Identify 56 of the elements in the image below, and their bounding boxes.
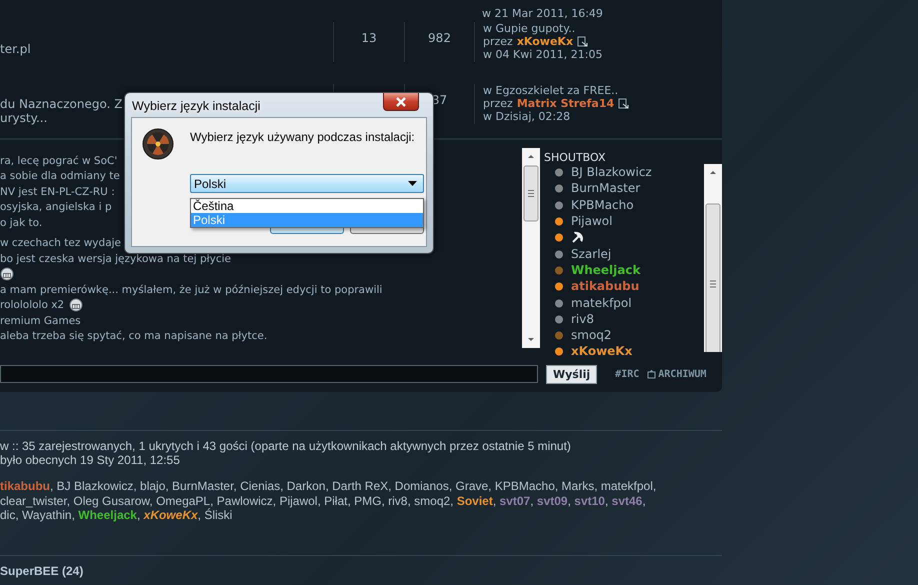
online-users-list: clear_twister, Oleg Gusarow, OmegaPL, Pawlowicz, Pijawol, Piłat, PMG, riv8, smoq2, Soviet, svt07, svt09, svt10, svt46, (0, 494, 918, 508)
by-label: przez (483, 97, 513, 110)
author-link[interactable]: xKoweKx (516, 35, 574, 48)
online-users-list: dic, Wayathin, Wheeljack, xKoweKx, Śliski (0, 508, 918, 522)
chat-message: aleba trzeba się spytać, co ma napisane na płytce. (0, 330, 268, 342)
chat-message: a mam premierówkę... myślałem, że już w późniejszej edycji to poprawili (0, 284, 382, 296)
dropdown-option[interactable]: Čeština (191, 199, 423, 213)
shoutbox-link[interactable]: ARCHIWUM (658, 368, 706, 380)
user-name[interactable]: KPBMacho (571, 198, 634, 212)
shoutbox-link[interactable]: #IRC (615, 368, 640, 380)
message-input[interactable] (0, 365, 538, 383)
go-to-post-icon (618, 98, 630, 109)
user-name[interactable]: riv8 (571, 312, 594, 326)
chat-message: w czechach tez wydaje (0, 237, 122, 250)
views-count: 982 (428, 31, 451, 45)
views-count: 37 (432, 93, 448, 107)
close-icon (395, 96, 407, 106)
chat-message: ra, lecę pograć w SoC' (0, 154, 118, 167)
online-users-list: tikabubu, BJ Blazkowicz, blajo, BurnMaster, Cienias, Darkon, Darth ReX, Domianos, Grave, KPBMacho, Marks, matekfpol, (0, 479, 918, 494)
last-post-topic[interactable]: w Egzoszkielet za FREE.. (483, 84, 722, 97)
user-name[interactable]: atikabubu (571, 279, 640, 294)
post-date: w Dzisiaj, 02:28 (483, 110, 572, 123)
language-select[interactable]: Polski (190, 174, 424, 193)
user-name[interactable]: matekfpol (571, 296, 632, 310)
chat-message: bo jest czeska wersja językowa na tej płycie (0, 252, 231, 265)
user-name[interactable]: smoq2 (571, 328, 612, 342)
birthday-user[interactable]: SuperBEE (24) (0, 554, 722, 578)
user-name[interactable]: Wheeljack (571, 262, 640, 277)
radiation-icon (142, 128, 174, 160)
user-name[interactable]: Szarlej (571, 246, 612, 261)
chat-message: remium Games (0, 314, 81, 327)
shoutbox-title: SHOUTBOX (544, 151, 607, 164)
author-link[interactable]: Matrix Strefa14 (516, 97, 614, 110)
chat-message: NV jest EN-PL-CZ-RU : (0, 186, 115, 198)
topic-title[interactable]: ter.pl (0, 42, 333, 56)
send-button[interactable]: Wyślij (546, 364, 598, 384)
user-name[interactable]: BJ Blazkowicz (571, 165, 652, 180)
user-name[interactable]: Pijawol (571, 214, 612, 228)
last-post-topic[interactable]: w Gupie gupoty.. (483, 22, 722, 35)
chat-message: o jak to. (0, 216, 42, 229)
user-name[interactable]: xKoweKx (571, 344, 632, 358)
chat-message: a sobie dla odmiany te (0, 170, 120, 182)
post-date: w 04 Kwi 2011, 21:05 (483, 48, 604, 61)
go-to-post-icon (577, 36, 588, 47)
user-name[interactable]: BurnMaster (571, 181, 640, 196)
post-date: w 21 Mar 2011, 16:49 (482, 7, 604, 20)
by-label: przez (483, 35, 513, 48)
dialog-message: Wybierz język używany podczas instalacji: (190, 130, 416, 144)
chat-message: rololololo x2 (0, 299, 64, 312)
dialog-title: Wybierz język instalacji (132, 99, 260, 113)
replies-count: 13 (361, 31, 377, 45)
chat-message: osyjska, angielska i p (0, 201, 112, 214)
dropdown-caret-icon (408, 181, 417, 186)
online-summary: w :: 35 zarejestrowanych, 1 ukrytych i 43 gości (oparte na użytkownikach aktywnych przez ostatnie 5 minut) (0, 430, 722, 453)
close-button[interactable] (383, 93, 419, 111)
record-text: było obecnych 19 Sty 2011, 12:55 (0, 453, 181, 467)
